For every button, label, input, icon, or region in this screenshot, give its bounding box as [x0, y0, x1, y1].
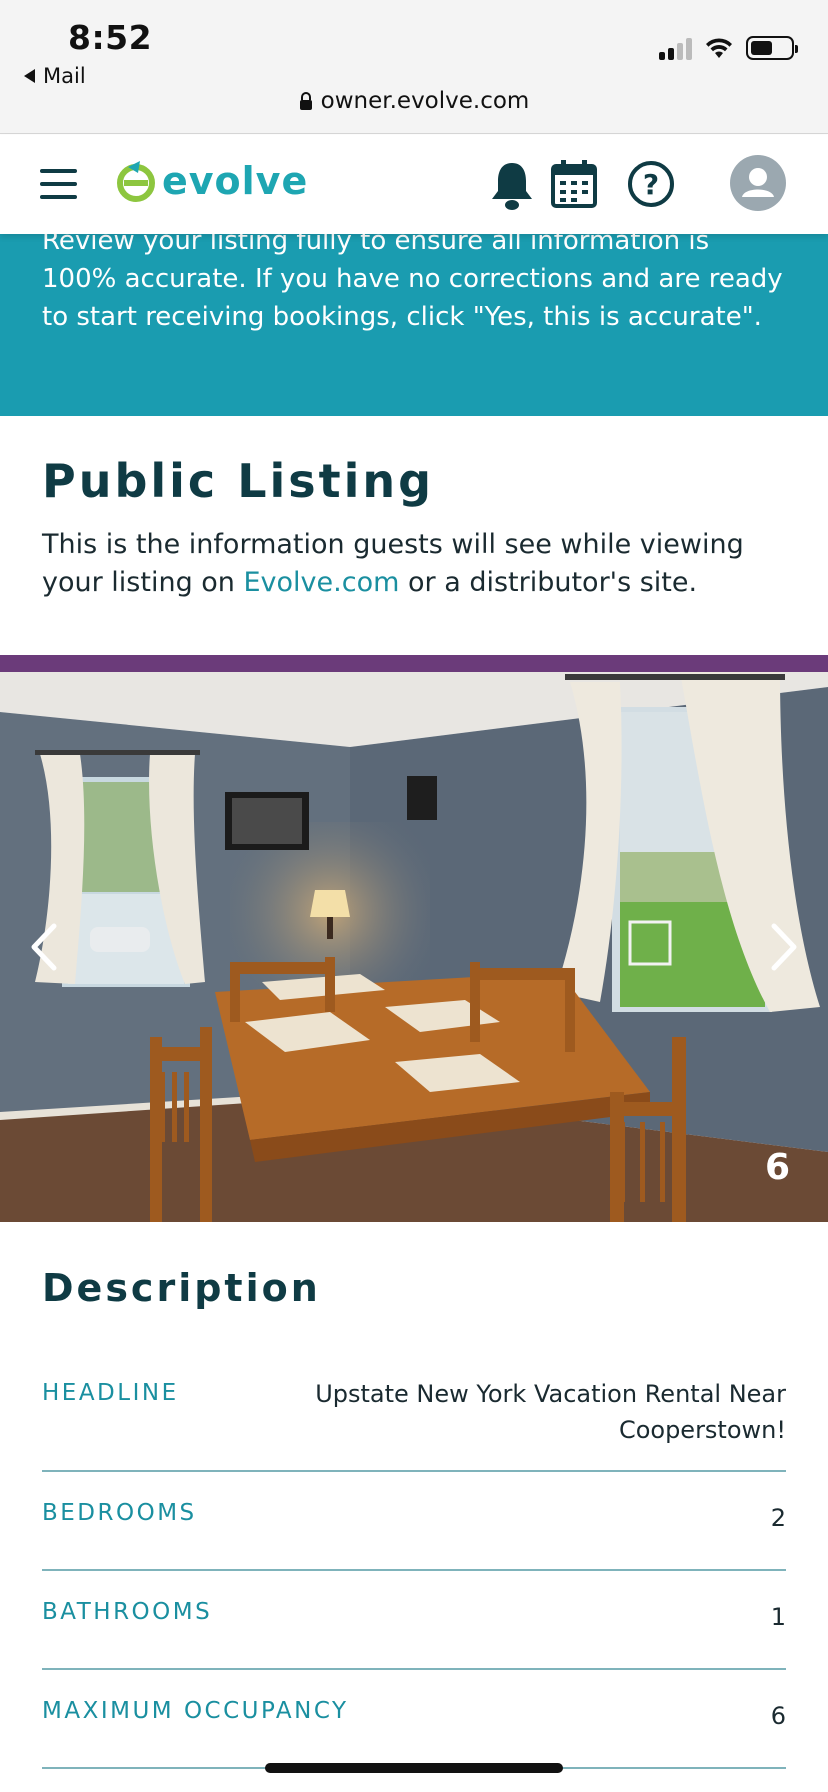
subtitle-text-after: or a distributor's site.: [399, 567, 698, 598]
logo-text: evolve: [162, 159, 309, 203]
home-indicator[interactable]: [265, 1763, 563, 1773]
app-header: evolve ?: [0, 135, 828, 234]
row-value: 2: [770, 1504, 786, 1532]
row-value: Upstate New York Vacation Rental Near Co…: [315, 1380, 786, 1444]
listing-photo: [0, 672, 828, 1222]
battery-icon: [746, 36, 798, 60]
url-text: owner.evolve.com: [320, 88, 530, 114]
chevron-right-icon[interactable]: [768, 922, 800, 972]
row-value: 1: [770, 1603, 786, 1631]
back-triangle-icon: [24, 69, 35, 83]
clock: 8:52: [68, 18, 153, 57]
photo-count: 6: [764, 1147, 790, 1188]
back-app-label: Mail: [43, 64, 86, 88]
wifi-icon: [706, 38, 732, 58]
calendar-icon[interactable]: [550, 159, 598, 209]
carousel-top-border: [0, 655, 828, 672]
lock-icon: [299, 92, 312, 110]
row-label: BATHROOMS: [42, 1599, 213, 1625]
description-row-max-occupancy: MAXIMUM OCCUPANCY 6: [42, 1670, 786, 1769]
row-label: MAXIMUM OCCUPANCY: [42, 1698, 349, 1724]
address-bar[interactable]: owner.evolve.com: [0, 88, 828, 114]
avatar-icon[interactable]: [730, 155, 786, 211]
back-to-app-button[interactable]: Mail: [24, 64, 86, 88]
help-icon[interactable]: ?: [626, 159, 676, 209]
description-list: HEADLINE Upstate New York Vacation Renta…: [42, 1360, 786, 1769]
review-banner: Review your listing fully to ensure all …: [0, 204, 828, 416]
page-title: Public Listing: [42, 454, 435, 508]
row-label: HEADLINE: [42, 1380, 179, 1406]
page-subtitle: This is the information guests will see …: [42, 526, 802, 602]
svg-text:?: ?: [643, 168, 659, 201]
evolve-logo[interactable]: evolve: [114, 159, 308, 203]
signal-icon: [659, 36, 692, 60]
listing-photo-carousel[interactable]: 6: [0, 672, 828, 1222]
menu-icon[interactable]: [40, 169, 77, 199]
description-row-headline: HEADLINE Upstate New York Vacation Renta…: [42, 1360, 786, 1472]
chevron-left-icon[interactable]: [28, 922, 60, 972]
evolve-logo-mark-icon: [117, 161, 155, 202]
evolve-site-link[interactable]: Evolve.com: [244, 567, 400, 598]
row-label: BEDROOMS: [42, 1500, 197, 1526]
system-icons: [659, 36, 798, 60]
row-value: 6: [770, 1702, 786, 1730]
description-row-bedrooms: BEDROOMS 2: [42, 1472, 786, 1571]
browser-status-bar: 8:52 Mail owner.evolve.com: [0, 0, 828, 134]
description-title: Description: [42, 1266, 321, 1310]
banner-text: Review your listing fully to ensure all …: [42, 226, 783, 332]
bell-icon[interactable]: [488, 159, 536, 211]
description-row-bathrooms: BATHROOMS 1: [42, 1571, 786, 1670]
